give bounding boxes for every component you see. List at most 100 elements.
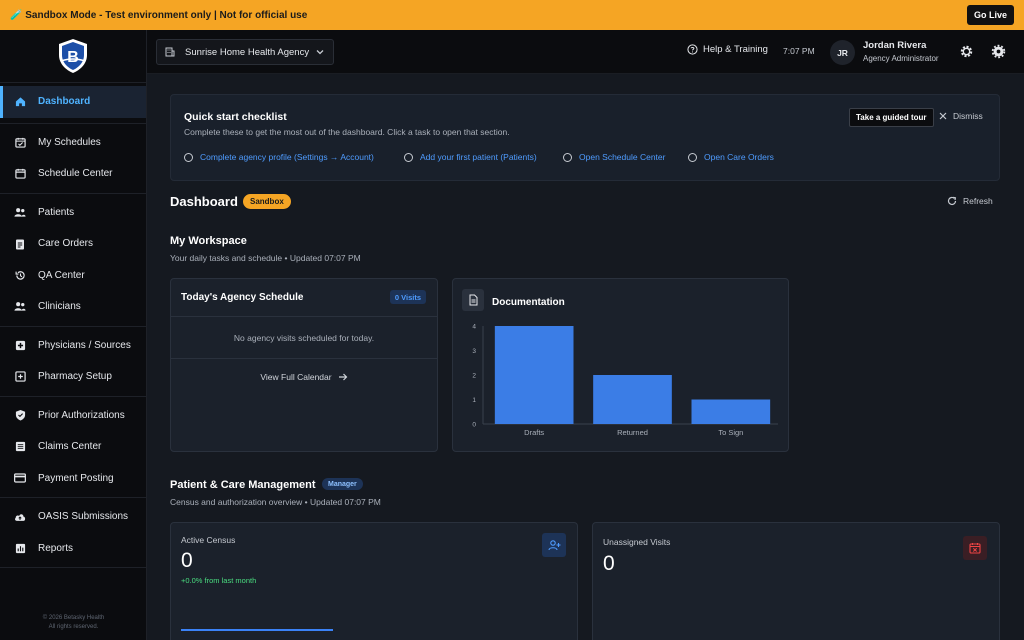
refresh-button[interactable]: Refresh bbox=[947, 196, 993, 206]
sidebar-item-label: OASIS Submissions bbox=[38, 511, 129, 523]
nav-group: Dashboard bbox=[0, 83, 146, 124]
sidebar-item-label: Prior Authorizations bbox=[38, 409, 125, 421]
medical-plus-icon bbox=[14, 339, 26, 351]
banner-text: 🧪 Sandbox Mode - Test environment only |… bbox=[10, 9, 308, 21]
help-training-link[interactable]: Help & Training bbox=[687, 44, 768, 55]
sidebar-item-label: Patients bbox=[38, 206, 75, 218]
sidebar-item-label: Claims Center bbox=[38, 441, 102, 453]
settings-gear-icon[interactable] bbox=[991, 44, 1006, 59]
dismiss-button[interactable]: Dismiss bbox=[939, 111, 983, 121]
documentation-bar-chart: 0 1 2 3 4 Drafts Returned To Sign bbox=[472, 324, 778, 437]
guided-tour-button[interactable]: Take a guided tour bbox=[849, 108, 934, 127]
census-sparkline bbox=[181, 629, 333, 631]
x-tick-label: To Sign bbox=[718, 428, 743, 437]
quick-start-checklist: Quick start checklist Complete these to … bbox=[170, 94, 1000, 181]
cloud-upload-icon bbox=[14, 511, 26, 523]
unchecked-circle-icon bbox=[688, 152, 697, 162]
main-content: Quick start checklist Complete these to … bbox=[147, 74, 1024, 640]
home-icon bbox=[14, 96, 26, 108]
unassigned-visits-value: 0 bbox=[603, 552, 615, 575]
svg-text:B: B bbox=[67, 49, 79, 66]
sidebar-item-label: My Schedules bbox=[38, 136, 101, 148]
go-live-button[interactable]: Go Live bbox=[966, 5, 1014, 25]
view-full-calendar-link[interactable]: View Full Calendar bbox=[171, 359, 437, 395]
credit-card-icon bbox=[14, 472, 26, 484]
unchecked-circle-icon bbox=[404, 152, 413, 162]
active-census-value: 0 bbox=[181, 549, 193, 572]
arrow-right-icon bbox=[338, 372, 348, 382]
history-icon bbox=[14, 269, 26, 281]
sidebar-item-label: Pharmacy Setup bbox=[38, 371, 112, 383]
sidebar-item-payment-posting[interactable]: Payment Posting bbox=[0, 463, 146, 495]
sandbox-badge: Sandbox bbox=[243, 194, 291, 209]
unchecked-circle-icon bbox=[563, 152, 572, 162]
checklist-title: Quick start checklist bbox=[184, 111, 287, 123]
manager-badge: Manager bbox=[322, 478, 363, 490]
current-time: 7:07 PM bbox=[783, 46, 815, 56]
sidebar-item-physicians-sources[interactable]: Physicians / Sources bbox=[0, 330, 146, 362]
sidebar-item-pharmacy-setup[interactable]: Pharmacy Setup bbox=[0, 361, 146, 393]
active-census-label: Active Census bbox=[181, 535, 236, 545]
y-tick-label: 3 bbox=[472, 348, 476, 355]
users-plus-icon bbox=[542, 533, 566, 557]
checklist-task-agency-profile[interactable]: Complete agency profile (Settings → Acco… bbox=[184, 152, 374, 162]
unassigned-visits-card[interactable]: Unassigned Visits 0 bbox=[592, 522, 1000, 640]
sidebar-item-label: Reports bbox=[38, 542, 74, 554]
y-tick-label: 2 bbox=[472, 373, 476, 380]
preferences-gear-icon[interactable] bbox=[959, 44, 974, 59]
users-icon bbox=[14, 206, 26, 218]
sidebar: B Dashboard My Schedules Schedule Center Pa… bbox=[0, 30, 147, 640]
bar-returned[interactable] bbox=[593, 375, 672, 424]
sidebar-item-prior-authorizations[interactable]: Prior Authorizations bbox=[0, 400, 146, 432]
close-icon bbox=[939, 112, 947, 120]
shield-logo-icon: B bbox=[59, 39, 87, 73]
bar-chart-icon bbox=[14, 542, 26, 554]
nav-group: My Schedules Schedule Center bbox=[0, 124, 146, 194]
refresh-icon bbox=[947, 196, 957, 206]
shield-check-icon bbox=[14, 409, 26, 421]
avatar[interactable]: JR bbox=[830, 40, 855, 65]
schedule-card-title: Today's Agency Schedule bbox=[181, 292, 304, 303]
sidebar-item-qa-center[interactable]: QA Center bbox=[0, 260, 146, 292]
list-icon bbox=[14, 441, 26, 453]
nav-group: Prior Authorizations Claims Center Payment… bbox=[0, 397, 146, 498]
checklist-task-add-patient[interactable]: Add your first patient (Patients) bbox=[404, 152, 537, 162]
sidebar-item-care-orders[interactable]: Care Orders bbox=[0, 228, 146, 260]
agency-selector[interactable]: Sunrise Home Health Agency bbox=[156, 39, 334, 65]
sidebar-item-dashboard[interactable]: Dashboard bbox=[0, 86, 146, 118]
checklist-task-care-orders[interactable]: Open Care Orders bbox=[688, 152, 774, 162]
sidebar-item-label: Clinicians bbox=[38, 301, 81, 313]
sidebar-item-label: Schedule Center bbox=[38, 168, 113, 180]
topbar: Sunrise Home Health Agency Help & Traini… bbox=[147, 30, 1024, 74]
copyright: © 2026 Betasky Health All rights reserve… bbox=[42, 615, 105, 630]
calendar-check-icon bbox=[14, 136, 26, 148]
user-role: Agency Administrator bbox=[863, 54, 939, 63]
nav-group: OASIS Submissions Reports bbox=[0, 498, 146, 568]
sidebar-item-reports[interactable]: Reports bbox=[0, 533, 146, 565]
nav-group: Physicians / Sources Pharmacy Setup bbox=[0, 327, 146, 397]
active-census-card[interactable]: Active Census 0 +0.0% from last month bbox=[170, 522, 578, 640]
checklist-subtitle: Complete these to get the most out of th… bbox=[184, 127, 510, 137]
sidebar-item-claims-center[interactable]: Claims Center bbox=[0, 431, 146, 463]
calendar-x-icon bbox=[963, 536, 987, 560]
checklist-task-schedule-center[interactable]: Open Schedule Center bbox=[563, 152, 665, 162]
bar-to-sign[interactable] bbox=[691, 399, 771, 425]
sidebar-item-clinicians[interactable]: Clinicians bbox=[0, 291, 146, 323]
bar-drafts[interactable] bbox=[494, 326, 574, 424]
sidebar-item-oasis-submissions[interactable]: OASIS Submissions bbox=[0, 501, 146, 533]
x-tick-label: Drafts bbox=[524, 428, 544, 437]
user-name[interactable]: Jordan Rivera bbox=[863, 40, 926, 51]
sidebar-item-schedule-center[interactable]: Schedule Center bbox=[0, 158, 146, 190]
sidebar-item-my-schedules[interactable]: My Schedules bbox=[0, 127, 146, 159]
logo[interactable]: B bbox=[0, 30, 146, 83]
workspace-title: My Workspace bbox=[170, 235, 247, 247]
calendar-icon bbox=[14, 168, 26, 180]
x-tick-label: Returned bbox=[617, 428, 648, 437]
sidebar-item-patients[interactable]: Patients bbox=[0, 197, 146, 229]
agency-schedule-card: Today's Agency Schedule 0 Visits No agen… bbox=[170, 278, 438, 452]
sidebar-item-label: Payment Posting bbox=[38, 472, 114, 484]
sidebar-item-label: QA Center bbox=[38, 269, 85, 281]
visits-count-badge: 0 Visits bbox=[389, 290, 426, 304]
y-tick-label: 1 bbox=[472, 397, 476, 404]
sidebar-item-label: Dashboard bbox=[38, 96, 91, 108]
